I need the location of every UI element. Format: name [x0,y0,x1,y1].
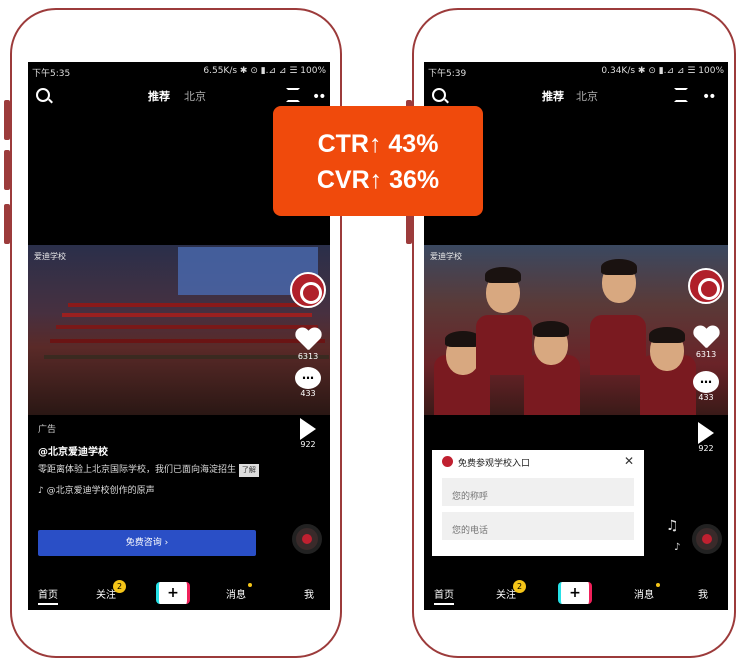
power-button-left [4,150,10,190]
nav-home[interactable]: 首页 [38,586,58,605]
nav-messages-label: 消息 [634,590,654,601]
ctr-metric: CTR↑ 43% [317,130,439,158]
tab-city[interactable]: 北京 [184,88,206,104]
nav-home[interactable]: 首页 [434,586,454,605]
messages-dot [248,583,252,587]
choir-row [68,303,308,307]
nav-me[interactable]: 我 [304,586,314,601]
search-icon[interactable] [432,88,446,102]
student [590,315,646,375]
music-disc-icon[interactable] [292,524,322,554]
create-button[interactable]: + [558,582,592,604]
top-bar: 推荐 北京 •• [424,86,728,108]
tab-recommend[interactable]: 推荐 [148,88,170,104]
create-button[interactable]: + [156,582,190,604]
cvr-metric: CVR↑ 36% [316,166,440,194]
nav-me[interactable]: 我 [698,586,708,601]
choir-row [62,313,312,317]
status-indicators: 6.55K/s ✱ ⊙ ▮.⊿ ⊿ ☰ 100% [203,66,326,76]
consult-button[interactable]: 免费咨询 › [38,530,256,556]
music-disc-icon[interactable] [692,524,722,554]
status-bar: 下午5:39 0.34K/s ✱ ⊙ ▮.⊿ ⊿ ☰ 100% [428,66,724,80]
side-button-left [4,204,10,244]
scan-icon[interactable] [674,88,688,102]
like-count: 6313 [297,352,319,361]
description-text: 零距离体验上北京国际学校，我们已面向海淀招生 [38,465,237,475]
heart-icon[interactable] [693,326,719,350]
music-note-icon: ♫ [666,518,679,534]
lead-form-panel: 免费参观学校入口 ✕ [432,450,644,556]
tag-chip[interactable]: 了解 [238,464,259,477]
music-note-icon: ♪ [674,542,681,553]
nav-follow-label: 关注 [96,590,116,601]
like-count: 6313 [695,350,717,359]
avatar[interactable] [290,272,326,308]
student-hair [601,259,637,275]
scan-icon[interactable] [286,88,300,102]
phone-field[interactable] [442,512,634,540]
school-logo: 爱迪学校 [34,252,66,261]
status-indicators: 0.34K/s ✱ ⊙ ▮.⊿ ⊿ ☰ 100% [601,66,724,76]
nav-messages-label: 消息 [226,590,246,601]
description: 零距离体验上北京国际学校，我们已面向海淀招生 了解 [38,464,276,477]
share-count: 922 [300,440,316,449]
nav-follow-label: 关注 [496,590,516,601]
school-logo: 爱迪学校 [430,252,462,261]
music-label: @北京爱迪学校创作的原声 [46,486,155,496]
messages-dot [656,583,660,587]
form-title: 免费参观学校入口 [458,459,531,469]
avatar[interactable] [688,268,724,304]
tab-recommend[interactable]: 推荐 [542,88,564,104]
school-logo-icon [442,456,453,467]
nav-follow[interactable]: 关注 2 [496,580,526,601]
close-icon[interactable]: ✕ [624,454,634,468]
student-hair [649,327,685,343]
nav-follow[interactable]: 关注 2 [96,580,126,601]
bottom-nav: 首页 关注 2 + 消息 我 [28,576,330,610]
bottom-nav: 首页 关注 2 + 消息 我 [424,576,728,610]
search-icon[interactable] [36,88,50,102]
caption: 广告 @北京爱迪学校 零距离体验上北京国际学校，我们已面向海淀招生 了解 ♪ @… [38,422,276,496]
top-bar: 推荐 北京 •• [28,86,330,108]
action-rail: 6313 … 433 922 [686,268,726,453]
account-name[interactable]: @北京爱迪学校 [38,443,276,458]
share-icon[interactable] [698,422,714,444]
video-frame[interactable]: 爱迪学校 [424,245,728,415]
ad-tag: 广告 [38,425,57,435]
name-field[interactable] [442,478,634,506]
comment-count: 433 [300,389,316,398]
form-header: 免费参观学校入口 ✕ [432,450,644,472]
tab-city[interactable]: 北京 [576,88,598,104]
nav-messages[interactable]: 消息 [634,583,660,601]
student-hair [533,321,569,337]
nav-messages[interactable]: 消息 [226,583,252,601]
choir-row [50,339,325,343]
comment-count: 433 [698,393,714,402]
student-hair [485,267,521,283]
action-rail: 6313 … 433 922 [288,272,328,449]
follow-badge: 2 [513,580,526,593]
choir-row [44,355,329,359]
music-line[interactable]: ♪ @北京爱迪学校创作的原声 [38,483,276,496]
status-time: 下午5:39 [428,69,467,79]
status-bar: 下午5:35 6.55K/s ✱ ⊙ ▮.⊿ ⊿ ☰ 100% [32,66,326,80]
follow-badge: 2 [113,580,126,593]
metrics-callout: CTR↑ 43% CVR↑ 36% [273,106,483,216]
more-icon[interactable]: •• [702,89,716,105]
comment-icon[interactable]: … [295,367,321,389]
video-frame[interactable]: 爱迪学校 [28,245,330,415]
status-time: 下午5:35 [32,69,71,79]
choir-row [56,325,318,329]
more-icon[interactable]: •• [312,89,326,105]
share-count: 922 [698,444,714,453]
heart-icon[interactable] [295,328,321,352]
comment-icon[interactable]: … [693,371,719,393]
volume-button-left [4,100,10,140]
share-icon[interactable] [300,418,316,440]
